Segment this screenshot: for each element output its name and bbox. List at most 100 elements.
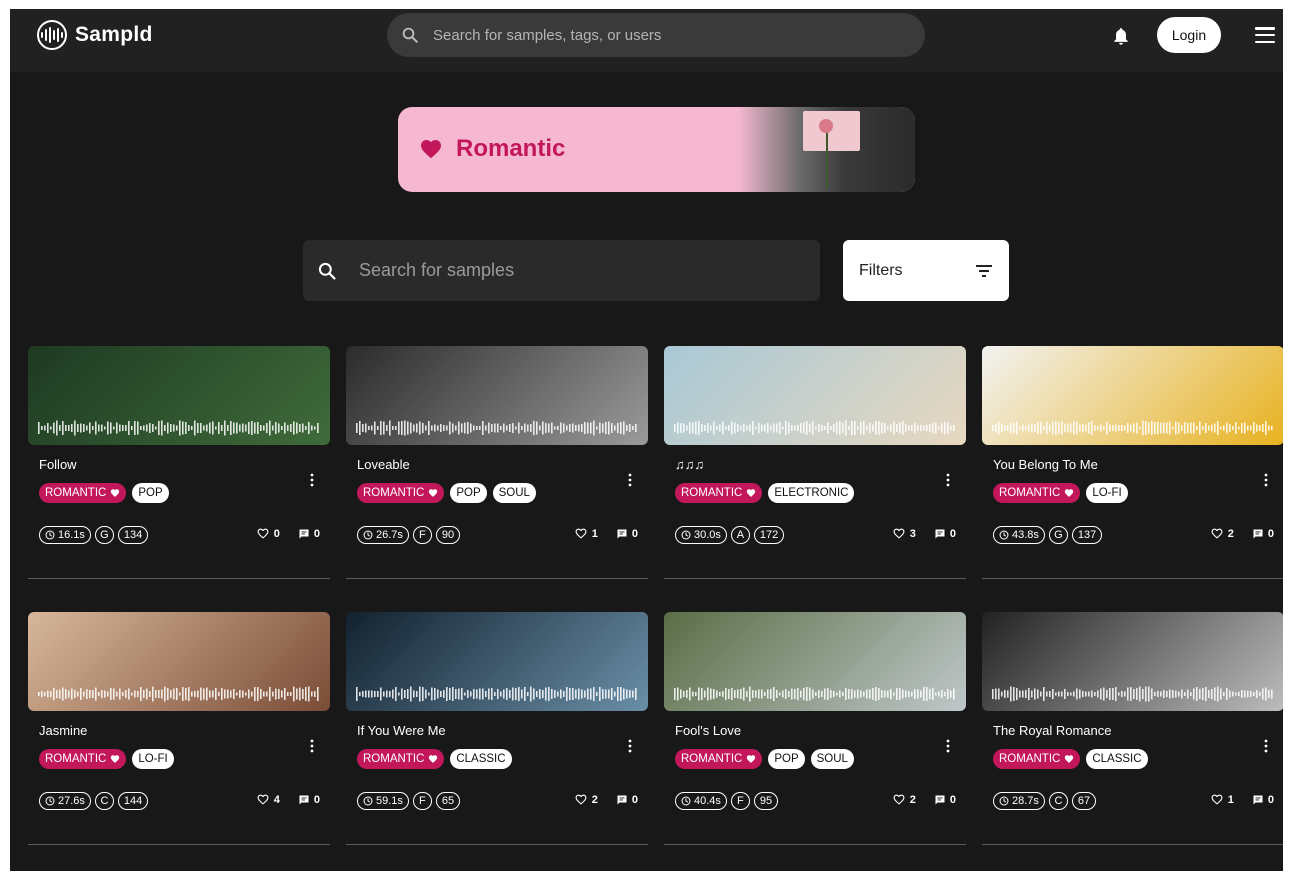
sample-thumbnail[interactable] — [982, 346, 1283, 445]
duration-badge: 26.7s — [357, 526, 409, 544]
waveform-preview[interactable] — [356, 686, 638, 702]
waveform-preview[interactable] — [38, 420, 320, 436]
comment-count: 0 — [1267, 793, 1274, 806]
tag-electronic[interactable]: ELECTRONIC — [768, 483, 855, 503]
more-options-icon[interactable] — [945, 473, 951, 487]
like-heart-icon[interactable] — [1210, 793, 1224, 806]
sample-card[interactable]: ♫♫♫ ROMANTIC ELECTRONIC 30.0s A 172 3 0 — [664, 346, 966, 579]
sample-thumbnail[interactable] — [28, 346, 330, 445]
sample-social: 20 — [892, 793, 956, 806]
sample-card[interactable]: Loveable ROMANTIC POP SOUL 26.7s F 90 1 0 — [346, 346, 648, 579]
sample-title[interactable]: Loveable — [357, 457, 410, 472]
sample-title[interactable]: Jasmine — [39, 723, 87, 738]
sample-card[interactable]: If You Were Me ROMANTIC CLASSIC 59.1s F 65 2 0 — [346, 612, 648, 845]
tag-pop[interactable]: POP — [450, 483, 487, 503]
waveform-preview[interactable] — [674, 686, 956, 702]
tag-classic[interactable]: CLASSIC — [450, 749, 512, 769]
sample-card[interactable]: Follow ROMANTIC POP 16.1s G 134 0 0 — [28, 346, 330, 579]
app-logo[interactable]: Sampld — [37, 20, 153, 50]
waveform-preview[interactable] — [674, 420, 956, 436]
sample-search-input[interactable] — [359, 260, 799, 281]
tag-lo-fi[interactable]: LO-FI — [1086, 483, 1128, 503]
sample-thumbnail[interactable] — [346, 346, 648, 445]
like-heart-icon[interactable] — [574, 793, 588, 806]
sample-thumbnail[interactable] — [664, 346, 966, 445]
tag-label: POP — [138, 487, 163, 499]
banner-rose-flower — [819, 119, 833, 133]
more-options-icon[interactable] — [309, 473, 315, 487]
comment-icon[interactable] — [934, 528, 946, 540]
sample-card[interactable]: Fool's Love ROMANTIC POP SOUL 40.4s F 95 2 0 — [664, 612, 966, 845]
login-button[interactable]: Login — [1157, 17, 1221, 53]
global-search-input[interactable] — [433, 26, 903, 44]
like-count: 2 — [909, 793, 916, 806]
sample-card[interactable]: Jasmine ROMANTIC LO-FI 27.6s C 144 4 0 — [28, 612, 330, 845]
global-search-bar[interactable] — [387, 13, 925, 57]
tag-romantic[interactable]: ROMANTIC — [39, 483, 127, 503]
comment-icon[interactable] — [934, 794, 946, 806]
sample-title[interactable]: You Belong To Me — [993, 457, 1098, 472]
sample-thumbnail[interactable] — [346, 612, 648, 711]
more-options-icon[interactable] — [309, 739, 315, 753]
sample-social: 20 — [1210, 527, 1274, 540]
comment-icon[interactable] — [1252, 794, 1264, 806]
like-heart-icon[interactable] — [892, 527, 906, 540]
sample-title[interactable]: If You Were Me — [357, 723, 446, 738]
logo-waveform-icon — [37, 20, 67, 50]
more-options-icon[interactable] — [627, 473, 633, 487]
duration-badge: 43.8s — [993, 526, 1045, 544]
more-options-icon[interactable] — [1263, 473, 1269, 487]
notification-bell-icon[interactable] — [1111, 25, 1131, 47]
sample-card[interactable]: The Royal Romance ROMANTIC CLASSIC 28.7s C 67… — [982, 612, 1283, 845]
tag-classic[interactable]: CLASSIC — [1086, 749, 1148, 769]
waveform-preview[interactable] — [992, 686, 1274, 702]
tag-pop[interactable]: POP — [768, 749, 805, 769]
more-options-icon[interactable] — [627, 739, 633, 753]
sample-stats: 28.7s C 67 — [993, 792, 1097, 810]
more-options-icon[interactable] — [945, 739, 951, 753]
like-heart-icon[interactable] — [574, 527, 588, 540]
comment-icon[interactable] — [298, 794, 310, 806]
tag-pop[interactable]: POP — [132, 483, 169, 503]
waveform-preview[interactable] — [356, 420, 638, 436]
tag-romantic[interactable]: ROMANTIC — [357, 749, 445, 769]
sample-search-bar[interactable] — [303, 240, 820, 301]
sample-tags: ROMANTIC CLASSIC — [357, 749, 512, 769]
tag-soul[interactable]: SOUL — [810, 749, 854, 769]
comment-icon[interactable] — [616, 528, 628, 540]
waveform-preview[interactable] — [38, 686, 320, 702]
sample-thumbnail[interactable] — [982, 612, 1283, 711]
sample-thumbnail[interactable] — [28, 612, 330, 711]
tag-romantic[interactable]: ROMANTIC — [675, 749, 763, 769]
tag-romantic[interactable]: ROMANTIC — [675, 483, 763, 503]
filters-button[interactable]: Filters — [843, 240, 1009, 301]
sample-card[interactable]: You Belong To Me ROMANTIC LO-FI 43.8s G 137 2 0 — [982, 346, 1283, 579]
like-heart-icon[interactable] — [1210, 527, 1224, 540]
bpm-badge: 137 — [1071, 526, 1103, 544]
sample-title[interactable]: ♫♫♫ — [675, 457, 704, 472]
waveform-preview[interactable] — [992, 420, 1274, 436]
tag-romantic[interactable]: ROMANTIC — [993, 483, 1081, 503]
sample-title[interactable]: The Royal Romance — [993, 723, 1112, 738]
more-options-icon[interactable] — [1263, 739, 1269, 753]
comment-icon[interactable] — [298, 528, 310, 540]
sample-tags: ROMANTIC POP SOUL — [357, 483, 536, 503]
tag-romantic[interactable]: ROMANTIC — [357, 483, 445, 503]
tag-romantic[interactable]: ROMANTIC — [39, 749, 127, 769]
like-heart-icon[interactable] — [892, 793, 906, 806]
hamburger-menu-icon[interactable] — [1255, 27, 1275, 43]
like-heart-icon[interactable] — [256, 527, 270, 540]
tag-romantic[interactable]: ROMANTIC — [993, 749, 1081, 769]
comment-icon[interactable] — [1252, 528, 1264, 540]
tag-label: ROMANTIC — [45, 753, 107, 765]
sample-title[interactable]: Fool's Love — [675, 723, 741, 738]
comment-icon[interactable] — [616, 794, 628, 806]
sample-tags: ROMANTIC POP — [39, 483, 169, 503]
bpm-badge: 95 — [753, 792, 779, 810]
sample-thumbnail[interactable] — [664, 612, 966, 711]
like-heart-icon[interactable] — [256, 793, 270, 806]
tag-soul[interactable]: SOUL — [492, 483, 536, 503]
sample-title[interactable]: Follow — [39, 457, 77, 472]
tag-lo-fi[interactable]: LO-FI — [132, 749, 174, 769]
duration-value: 30.0s — [694, 529, 721, 541]
